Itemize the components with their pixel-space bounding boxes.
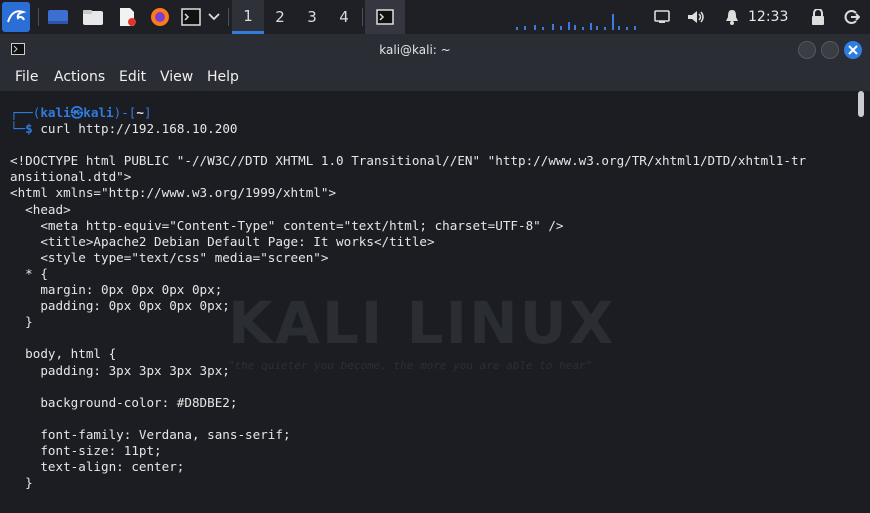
menu-file[interactable]: File	[15, 69, 38, 85]
scrollbar[interactable]	[858, 91, 864, 117]
workspace-2[interactable]: 2	[264, 0, 296, 34]
top-panel: 1 2 3 4 12:33	[0, 0, 870, 35]
file-manager-icon[interactable]	[82, 7, 104, 27]
kali-menu-icon[interactable]	[2, 2, 30, 32]
terminal-icon	[376, 9, 394, 25]
notifications-icon[interactable]	[723, 8, 741, 26]
menu-bar: File Actions Edit View Help	[0, 65, 870, 91]
panel-separator	[362, 8, 363, 26]
close-button[interactable]	[844, 41, 862, 59]
firefox-icon[interactable]	[149, 7, 171, 27]
command-text: curl http://192.168.10.200	[40, 121, 238, 137]
panel-separator	[38, 8, 39, 26]
text-editor-icon[interactable]	[116, 7, 138, 27]
lock-icon[interactable]	[809, 8, 827, 26]
volume-icon[interactable]	[687, 8, 705, 26]
panel-separator	[228, 8, 229, 26]
display-icon[interactable]	[653, 8, 671, 26]
window-titlebar[interactable]: kali@kali: ~	[0, 35, 870, 65]
maximize-button[interactable]	[821, 41, 839, 59]
minimize-button[interactable]	[798, 41, 816, 59]
chevron-down-icon[interactable]	[203, 7, 225, 27]
terminal-text: ┌──(kali㉿kali)-[~] └─$ curl http://192.1…	[10, 105, 807, 491]
menu-view[interactable]: View	[160, 69, 193, 85]
logout-icon[interactable]	[843, 8, 861, 26]
terminal-icon[interactable]	[180, 7, 202, 27]
workspace-1[interactable]: 1	[232, 0, 264, 34]
menu-edit[interactable]: Edit	[119, 69, 146, 85]
terminal-window: kali@kali: ~ File Actions Edit View Help…	[0, 35, 870, 513]
desktop-icon[interactable]	[47, 7, 69, 27]
workspace-3[interactable]: 3	[296, 0, 328, 34]
prompt-dir: ~	[136, 105, 144, 120]
menu-actions[interactable]: Actions	[54, 69, 105, 85]
cpu-graph	[516, 14, 636, 30]
menu-help[interactable]: Help	[207, 69, 239, 85]
clock[interactable]: 12:33	[748, 0, 788, 34]
close-icon	[848, 45, 858, 55]
prompt-user: kali㉿kali	[40, 105, 114, 120]
command-output: <!DOCTYPE html PUBLIC "-//W3C//DTD XHTML…	[10, 153, 807, 491]
taskbar-terminal-button[interactable]	[365, 0, 405, 34]
window-title: kali@kali: ~	[379, 43, 451, 57]
terminal-output-area[interactable]: KALI LINUX "the quieter you become, the …	[0, 91, 870, 513]
workspace-4[interactable]: 4	[328, 0, 360, 34]
